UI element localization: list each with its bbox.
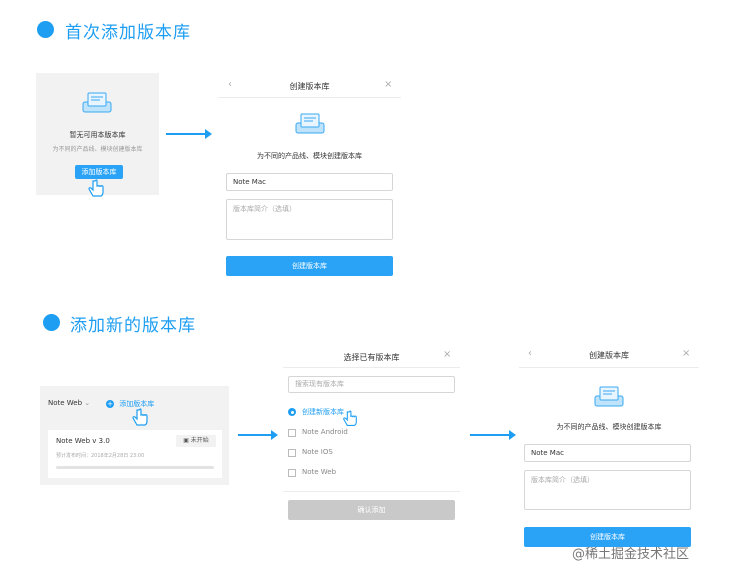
progress-bar bbox=[56, 466, 214, 469]
option-note-ios[interactable]: Note IOS bbox=[302, 448, 333, 456]
watermark: @稀土掘金技术社区 bbox=[572, 547, 690, 562]
dialog-divider bbox=[218, 97, 401, 98]
section-title-add-new: 添加新的版本库 bbox=[70, 316, 196, 336]
dialog-divider bbox=[283, 491, 460, 492]
confirm-add-button[interactable]: 确认添加 bbox=[288, 500, 455, 520]
option-radio-selected[interactable] bbox=[288, 408, 296, 416]
repository-dropdown[interactable]: Note Web ⌄ bbox=[48, 399, 90, 407]
empty-state-card: 暂无可用本版本库 为不同的产品线、模块创建版本库 添加版本库 bbox=[36, 73, 159, 197]
release-time: 预计发布时间：2018年2月28日 23:00 bbox=[56, 453, 145, 459]
dialog-description: 为不同的产品线、模块创建版本库 bbox=[257, 152, 362, 160]
version-card[interactable]: Note Web v 3.0 ▣ 未开始 预计发布时间：2018年2月28日 2… bbox=[48, 430, 222, 478]
pointer-hand-icon bbox=[132, 408, 148, 426]
dropdown-label: Note Web bbox=[48, 399, 83, 407]
status-badge: ▣ 未开始 bbox=[176, 435, 216, 447]
close-icon[interactable]: × bbox=[682, 348, 690, 359]
flow-arrow bbox=[470, 430, 516, 440]
pointer-hand-icon bbox=[88, 179, 104, 197]
flow-arrow bbox=[238, 430, 278, 440]
section-bullet bbox=[37, 21, 54, 38]
add-link-label: 添加版本库 bbox=[119, 400, 155, 408]
section-bullet bbox=[43, 314, 60, 331]
option-note-web[interactable]: Note Web bbox=[302, 468, 336, 476]
repository-icon bbox=[594, 386, 624, 407]
repository-name-input[interactable]: Note Mac bbox=[524, 444, 691, 462]
repository-intro-textarea[interactable]: 版本库简介（选填） bbox=[524, 470, 691, 510]
option-checkbox[interactable] bbox=[288, 429, 296, 437]
calendar-icon: ▣ bbox=[183, 437, 189, 444]
repository-name-input[interactable]: Note Mac bbox=[226, 173, 393, 191]
repository-intro-textarea[interactable]: 版本库简介（选填） bbox=[226, 199, 393, 240]
dialog-divider bbox=[283, 367, 460, 368]
plus-circle-icon: + bbox=[106, 400, 114, 408]
dialog-title: 创建版本库 bbox=[589, 351, 629, 360]
option-checkbox[interactable] bbox=[288, 469, 296, 477]
select-repository-dialog: 选择已有版本库 × 搜索现有版本库 创建新版本库 Note Android No… bbox=[283, 347, 460, 529]
close-icon[interactable]: × bbox=[384, 79, 392, 90]
dialog-title: 创建版本库 bbox=[289, 82, 330, 91]
dialog-title: 选择已有版本库 bbox=[343, 353, 400, 362]
empty-subtitle: 为不同的产品线、模块创建版本库 bbox=[52, 146, 143, 153]
option-create-new[interactable]: 创建新版本库 bbox=[302, 407, 344, 417]
repository-icon bbox=[295, 113, 325, 134]
empty-title: 暂无可用本版本库 bbox=[69, 131, 126, 139]
chevron-down-icon: ⌄ bbox=[84, 399, 91, 407]
close-icon[interactable]: × bbox=[443, 349, 451, 360]
search-repository-input[interactable]: 搜索现有版本库 bbox=[288, 376, 455, 393]
repository-icon bbox=[82, 92, 112, 113]
pointer-hand-icon bbox=[343, 410, 357, 426]
flow-arrow bbox=[166, 129, 212, 139]
create-repository-dialog: ‹ 创建版本库 × 为不同的产品线、模块创建版本库 Note Mac 版本库简介… bbox=[519, 344, 699, 554]
version-page-panel: Note Web ⌄ + 添加版本库 Note Web v 3.0 ▣ 未开始 … bbox=[40, 386, 229, 485]
dialog-divider bbox=[519, 367, 699, 368]
create-repository-button[interactable]: 创建版本库 bbox=[226, 256, 393, 276]
option-checkbox[interactable] bbox=[288, 449, 296, 457]
section-title-first-add: 首次添加版本库 bbox=[65, 23, 191, 43]
version-title: Note Web v 3.0 bbox=[56, 437, 110, 445]
status-text: 未开始 bbox=[190, 437, 209, 444]
option-note-android[interactable]: Note Android bbox=[302, 428, 348, 436]
add-repository-button[interactable]: 添加版本库 bbox=[75, 165, 123, 179]
dialog-description: 为不同的产品线、模块创建版本库 bbox=[556, 423, 662, 431]
create-repository-dialog: ‹ 创建版本库 × 为不同的产品线、模块创建版本库 Note Mac 版本库简介… bbox=[218, 73, 401, 283]
